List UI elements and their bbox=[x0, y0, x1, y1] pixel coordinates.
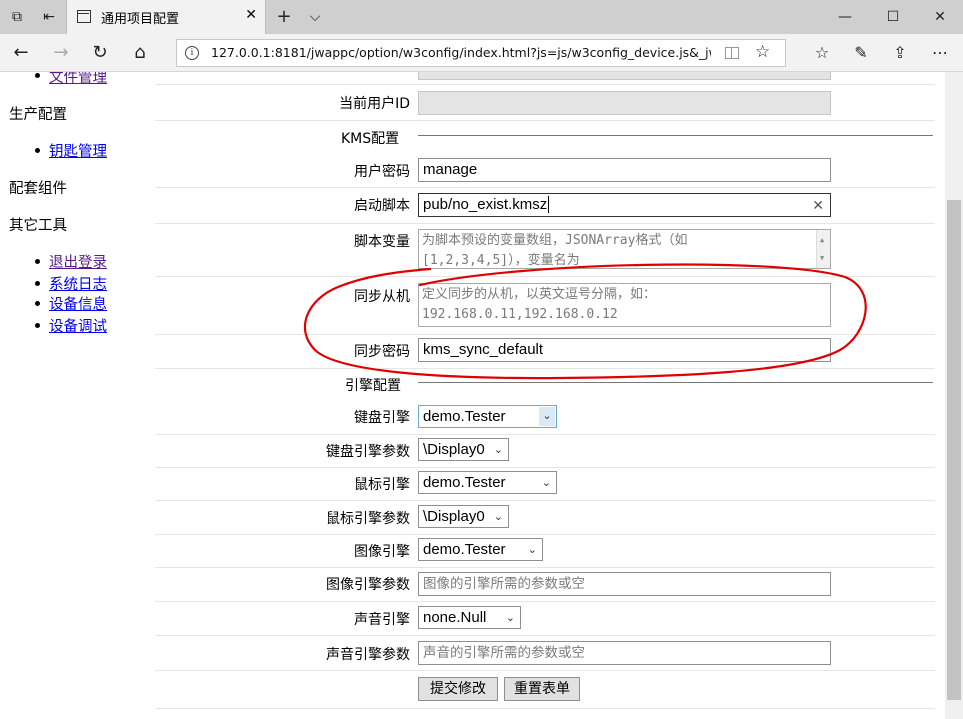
kms-config-legend: KMS配置 bbox=[341, 131, 400, 147]
script-vars-placeholder-2: [1,2,3,4,5]），变量名为 bbox=[422, 253, 580, 268]
sound-engine-select[interactable]: none.Null ⌄ bbox=[418, 606, 521, 629]
chevron-down-icon: ⌄ bbox=[505, 612, 515, 624]
sound-engine-label: 声音引擎 bbox=[354, 612, 410, 628]
mouse-engine-label: 鼠标引擎 bbox=[354, 477, 410, 493]
sidebar-section-production: 生产配置 bbox=[9, 107, 67, 123]
tab-active[interactable]: 通用项目配置 ✕ bbox=[66, 0, 266, 34]
page-scrollbar[interactable] bbox=[945, 72, 963, 719]
sidebar-section-other-tools: 其它工具 bbox=[9, 218, 67, 234]
image-engine-select[interactable]: demo.Tester ⌄ bbox=[418, 538, 543, 561]
mouse-param-select[interactable]: \Display0 ⌄ bbox=[418, 505, 509, 528]
image-param-input[interactable]: 图像的引擎所需的参数或空 bbox=[418, 572, 831, 596]
start-script-label: 启动脚本 bbox=[354, 198, 410, 214]
sidebar: 文件管理 生产配置 钥匙管理 配套组件 其它工具 退出登录 系统日志 设备信息 … bbox=[0, 72, 150, 719]
keyboard-engine-value: demo.Tester bbox=[423, 408, 506, 425]
home-icon[interactable]: ⌂ bbox=[129, 42, 151, 64]
sidebar-item-file-manage[interactable]: 文件管理 bbox=[49, 72, 107, 87]
keyboard-engine-label: 键盘引擎 bbox=[354, 410, 410, 426]
tab-actions-icon[interactable]: ⧉ bbox=[8, 8, 26, 26]
sync-slave-label: 同步从机 bbox=[354, 289, 410, 305]
mouse-param-label: 鼠标引擎参数 bbox=[326, 511, 410, 527]
tab-close-icon[interactable]: ✕ bbox=[245, 7, 257, 23]
tab-list-chevron-icon[interactable]: ⌵ bbox=[306, 8, 324, 26]
tab-bar: ⧉ ⇤ 通用项目配置 ✕ + ⌵ — ☐ ✕ bbox=[0, 0, 963, 34]
mouse-param-value: \Display0 bbox=[423, 508, 485, 525]
chevron-down-icon: ⌄ bbox=[539, 407, 555, 426]
scrollbar-thumb[interactable] bbox=[947, 200, 961, 700]
sidebar-item-key-manage[interactable]: 钥匙管理 bbox=[49, 140, 107, 161]
set-aside-tabs-icon[interactable]: ⇤ bbox=[40, 8, 58, 26]
url-input[interactable]: i 127.0.0.1:8181/jwappc/option/w3config/… bbox=[176, 39, 786, 67]
current-user-label: 当前用户ID bbox=[339, 96, 410, 112]
sync-password-input[interactable]: kms_sync_default bbox=[418, 338, 831, 362]
reset-button[interactable]: 重置表单 bbox=[504, 677, 580, 701]
maximize-icon[interactable]: ☐ bbox=[878, 6, 908, 28]
chevron-down-icon: ⌄ bbox=[541, 477, 551, 489]
keyboard-param-select[interactable]: \Display0 ⌄ bbox=[418, 438, 509, 461]
chevron-down-icon: ⌄ bbox=[493, 511, 503, 523]
image-engine-label: 图像引擎 bbox=[354, 544, 410, 560]
refresh-icon[interactable]: ↻ bbox=[89, 42, 111, 64]
close-window-icon[interactable]: ✕ bbox=[925, 6, 955, 28]
notes-pen-icon[interactable]: ✎ bbox=[850, 42, 872, 64]
script-vars-placeholder-1: 为脚本预设的变量数组，JSONArray格式（如 bbox=[422, 233, 688, 248]
page-viewport: 文件管理 生产配置 钥匙管理 配套组件 其它工具 退出登录 系统日志 设备信息 … bbox=[0, 72, 945, 719]
sidebar-item-system-log[interactable]: 系统日志 bbox=[49, 273, 107, 294]
hidden-top-field bbox=[418, 72, 831, 80]
new-tab-icon[interactable]: + bbox=[275, 8, 293, 26]
favorites-icon[interactable]: ☆ bbox=[811, 42, 833, 64]
start-script-input[interactable]: pub/no_exist.kmsz ✕ bbox=[418, 193, 831, 217]
user-password-input[interactable]: manage bbox=[418, 158, 831, 182]
reading-view-icon[interactable] bbox=[725, 47, 739, 59]
sync-slave-placeholder-1: 定义同步的从机，以英文逗号分隔，如： bbox=[422, 287, 657, 302]
current-user-field bbox=[418, 91, 831, 115]
clear-input-icon[interactable]: ✕ bbox=[812, 196, 824, 214]
image-param-label: 图像引擎参数 bbox=[326, 577, 410, 593]
site-info-icon[interactable]: i bbox=[185, 46, 199, 60]
engine-config-legend: 引擎配置 bbox=[345, 378, 401, 394]
config-form: 当前用户ID KMS配置 用户密码 manage 启动脚本 pub/no_exi… bbox=[155, 72, 945, 719]
script-vars-label: 脚本变量 bbox=[354, 234, 410, 250]
forward-icon[interactable]: → bbox=[50, 42, 72, 64]
url-text: 127.0.0.1:8181/jwappc/option/w3config/in… bbox=[211, 45, 711, 60]
sound-param-input[interactable]: 声音的引擎所需的参数或空 bbox=[418, 641, 831, 665]
sidebar-item-device-info[interactable]: 设备信息 bbox=[49, 293, 107, 314]
sidebar-section-components: 配套组件 bbox=[9, 181, 67, 197]
share-icon[interactable]: ⇪ bbox=[889, 42, 911, 64]
chevron-down-icon: ⌄ bbox=[527, 544, 537, 556]
submit-button[interactable]: 提交修改 bbox=[418, 677, 498, 701]
sound-engine-value: none.Null bbox=[423, 609, 487, 626]
mouse-engine-select[interactable]: demo.Tester ⌄ bbox=[418, 471, 557, 494]
sound-param-label: 声音引擎参数 bbox=[326, 647, 410, 663]
sidebar-item-device-debug[interactable]: 设备调试 bbox=[49, 315, 107, 336]
address-bar: ← → ↻ ⌂ i 127.0.0.1:8181/jwappc/option/w… bbox=[0, 34, 963, 72]
keyboard-engine-select[interactable]: demo.Tester ⌄ bbox=[418, 405, 557, 428]
sync-password-label: 同步密码 bbox=[354, 344, 410, 360]
tab-title: 通用项目配置 bbox=[101, 12, 180, 27]
sidebar-item-logout[interactable]: 退出登录 bbox=[49, 251, 107, 272]
image-engine-value: demo.Tester bbox=[423, 541, 506, 558]
sync-slave-textarea[interactable]: 定义同步的从机，以英文逗号分隔，如： 192.168.0.11,192.168.… bbox=[418, 283, 831, 327]
back-icon[interactable]: ← bbox=[10, 42, 32, 64]
chevron-down-icon: ⌄ bbox=[493, 444, 503, 456]
favorite-star-icon[interactable]: ☆ bbox=[755, 42, 770, 62]
start-script-value: pub/no_exist.kmsz bbox=[423, 196, 548, 213]
script-vars-textarea[interactable]: 为脚本预设的变量数组，JSONArray格式（如 [1,2,3,4,5]），变量… bbox=[418, 229, 831, 269]
minimize-icon[interactable]: — bbox=[830, 6, 860, 28]
textarea-scrollbar[interactable] bbox=[816, 230, 830, 268]
keyboard-param-label: 键盘引擎参数 bbox=[326, 444, 410, 460]
user-password-label: 用户密码 bbox=[354, 164, 410, 180]
mouse-engine-value: demo.Tester bbox=[423, 474, 506, 491]
more-icon[interactable]: ⋯ bbox=[929, 42, 951, 64]
sync-slave-placeholder-2: 192.168.0.11,192.168.0.12 bbox=[422, 307, 618, 322]
keyboard-param-value: \Display0 bbox=[423, 441, 485, 458]
page-icon bbox=[77, 10, 91, 23]
